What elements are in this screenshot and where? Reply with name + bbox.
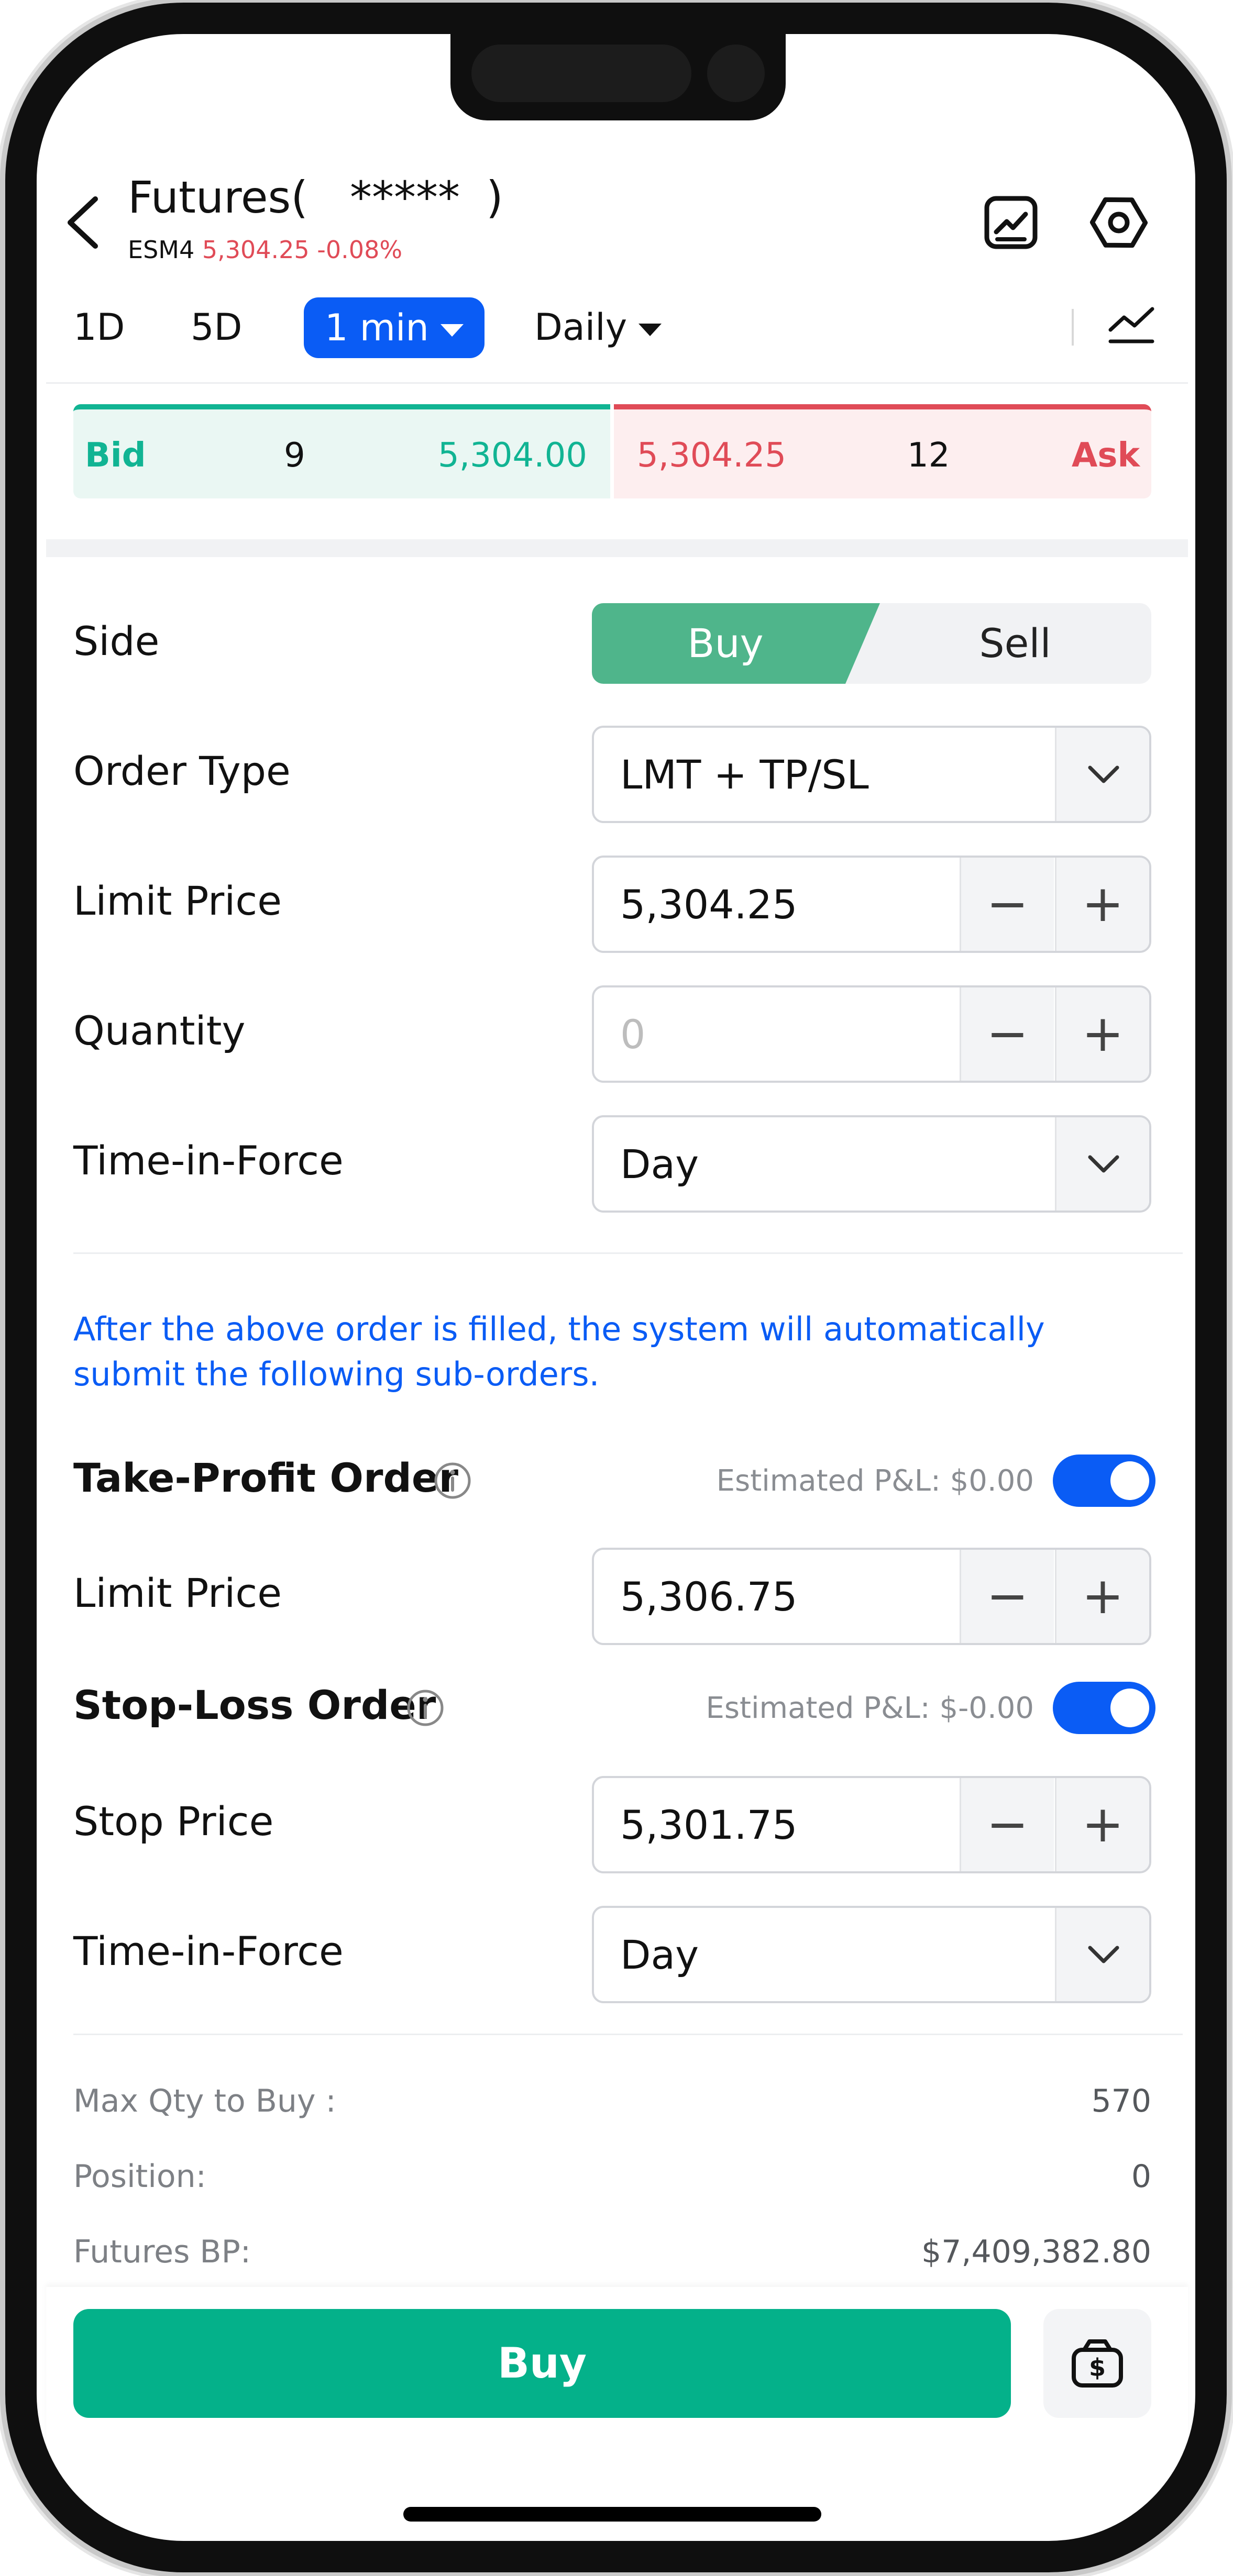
tab-daily[interactable]: Daily	[534, 293, 662, 361]
order-type-value: LMT + TP/SL	[620, 751, 869, 798]
minus-icon[interactable]: −	[960, 987, 1054, 1081]
timeframe-bar: 1D 5D 1 min Daily	[0, 293, 1233, 367]
masked-account: *****	[350, 172, 460, 223]
sl-tif-value: Day	[620, 1931, 699, 1978]
plus-icon[interactable]: +	[1055, 1778, 1149, 1871]
phone-screen: Futures(*****) ESM4 5,304.25 -0.08% 1D 5…	[0, 0, 1233, 2576]
summary-label: Position:	[73, 2158, 206, 2195]
quantity-input[interactable]: 0	[620, 987, 645, 1081]
divider	[46, 382, 1188, 384]
summary-value: 570	[1091, 2083, 1151, 2119]
tif-value: Day	[620, 1141, 699, 1187]
chevron-down-icon[interactable]	[1055, 728, 1149, 821]
limit-price-stepper[interactable]: 5,304.25 − +	[592, 856, 1151, 953]
plus-icon[interactable]: +	[1055, 858, 1149, 951]
divider	[1072, 309, 1074, 346]
tif-label: Time-in-Force	[73, 1137, 344, 1184]
symbol-code: ESM4	[128, 236, 195, 264]
home-indicator[interactable]	[403, 2507, 821, 2522]
info-icon[interactable]	[405, 1688, 445, 1728]
minus-icon[interactable]: −	[960, 858, 1054, 951]
ask-price: 5,304.25	[637, 436, 786, 475]
bid-size: 9	[284, 436, 305, 475]
bid-panel[interactable]: Bid 9 5,304.00	[73, 404, 610, 498]
bid-price: 5,304.00	[438, 436, 587, 475]
bid-label: Bid	[85, 436, 146, 475]
summary-label: Max Qty to Buy :	[73, 2083, 336, 2119]
stop-loss-title: Stop-Loss Order	[73, 1682, 436, 1728]
cash-wallet-button[interactable]: $	[1043, 2309, 1151, 2418]
symbol-quote: ESM4 5,304.25 -0.08%	[128, 236, 402, 264]
chevron-down-icon[interactable]	[1055, 1117, 1149, 1211]
summary-value: 0	[1131, 2158, 1151, 2195]
tp-limit-price-stepper[interactable]: 5,306.75 − +	[592, 1548, 1151, 1645]
divider	[73, 1252, 1183, 1254]
sl-tif-label: Time-in-Force	[73, 1928, 344, 1974]
side-button	[0, 628, 8, 785]
chart-indicator-icon[interactable]	[1105, 298, 1158, 351]
settings-hexagon-icon[interactable]	[1087, 191, 1150, 254]
minus-icon[interactable]: −	[960, 1550, 1054, 1643]
tab-1d[interactable]: 1D	[73, 293, 125, 361]
stop-price-stepper[interactable]: 5,301.75 − +	[592, 1776, 1151, 1873]
tab-5d[interactable]: 5D	[191, 293, 242, 361]
cash-wallet-icon: $	[1072, 2339, 1123, 2388]
side-toggle: Buy Sell	[592, 603, 1151, 684]
tp-limit-price-label: Limit Price	[73, 1570, 282, 1616]
back-arrow-icon[interactable]	[63, 194, 105, 251]
side-label: Side	[73, 618, 160, 664]
minus-icon[interactable]: −	[960, 1778, 1054, 1871]
side-button	[0, 461, 8, 545]
quantity-label: Quantity	[73, 1007, 246, 1054]
side-sell-option[interactable]: Sell	[879, 603, 1151, 684]
sub-order-note: After the above order is filled, the sys…	[73, 1310, 1045, 1393]
dynamic-island	[450, 26, 786, 120]
info-icon[interactable]	[433, 1461, 472, 1501]
page-title: Futures(*****)	[128, 172, 503, 223]
take-profit-toggle[interactable]	[1053, 1454, 1155, 1507]
plus-icon[interactable]: +	[1055, 987, 1149, 1081]
tp-limit-price-value[interactable]: 5,306.75	[620, 1550, 797, 1643]
tif-select[interactable]: Day	[592, 1115, 1151, 1213]
side-button	[1225, 702, 1233, 953]
svg-text:$: $	[1089, 2353, 1106, 2382]
section-separator	[46, 539, 1188, 557]
summary-value: $7,409,382.80	[921, 2234, 1151, 2270]
stop-loss-estimated-pnl: Estimated P&L: $-0.00	[706, 1691, 1034, 1725]
side-buy-option[interactable]: Buy	[592, 603, 880, 684]
stop-loss-toggle[interactable]	[1053, 1682, 1155, 1734]
buy-button[interactable]: Buy	[73, 2309, 1011, 2418]
stop-price-value[interactable]: 5,301.75	[620, 1778, 797, 1871]
sl-tif-select[interactable]: Day	[592, 1906, 1151, 2003]
ask-label: Ask	[1071, 436, 1140, 475]
limit-price-value[interactable]: 5,304.25	[620, 858, 797, 951]
summary-label: Futures BP:	[73, 2234, 251, 2270]
order-type-select[interactable]: LMT + TP/SL	[592, 726, 1151, 823]
price-change: 5,304.25 -0.08%	[202, 236, 403, 264]
quantity-stepper[interactable]: 0 − +	[592, 985, 1151, 1083]
side-button	[0, 848, 8, 1005]
tab-1min[interactable]: 1 min	[304, 297, 485, 358]
stop-price-label: Stop Price	[73, 1798, 274, 1845]
take-profit-estimated-pnl: Estimated P&L: $0.00	[716, 1464, 1034, 1498]
limit-price-label: Limit Price	[73, 878, 282, 924]
ask-panel[interactable]: 5,304.25 12 Ask	[614, 404, 1151, 498]
chevron-down-icon	[638, 323, 662, 336]
chevron-down-icon[interactable]	[1055, 1908, 1149, 2001]
chevron-down-icon	[440, 324, 464, 337]
ask-size: 12	[907, 436, 950, 475]
chart-edit-icon[interactable]	[979, 191, 1042, 254]
order-type-label: Order Type	[73, 748, 291, 794]
take-profit-title: Take-Profit Order	[73, 1454, 458, 1501]
plus-icon[interactable]: +	[1055, 1550, 1149, 1643]
divider	[73, 2034, 1183, 2035]
